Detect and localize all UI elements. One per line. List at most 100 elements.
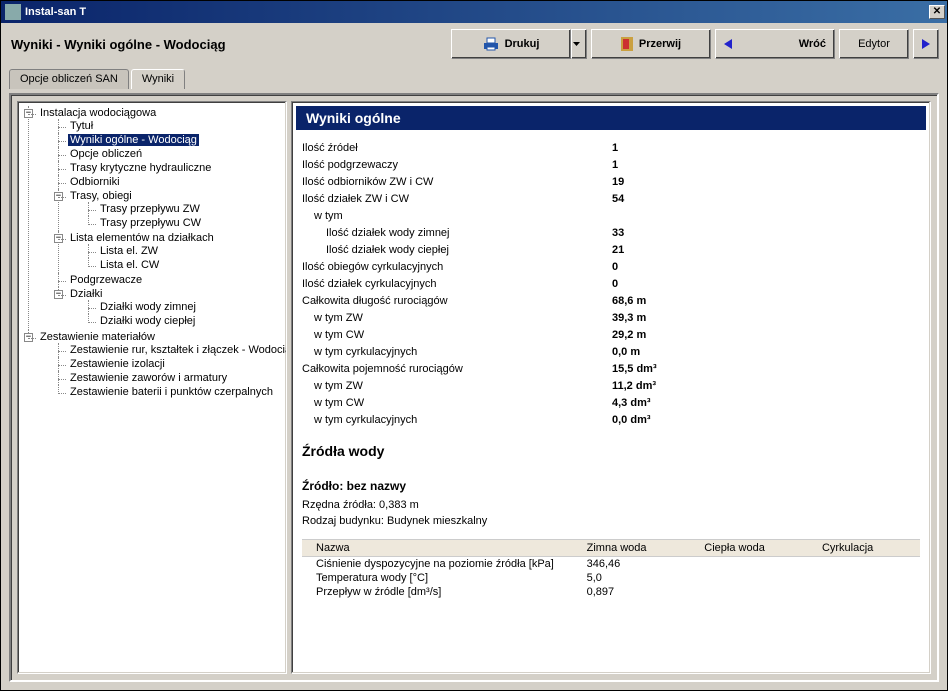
tab-results[interactable]: Wyniki <box>131 69 185 89</box>
tree-item-tcw[interactable]: Trasy przepływu CW <box>98 217 203 229</box>
close-icon[interactable]: ✕ <box>929 5 945 19</box>
kv-value: 29,2 m <box>612 327 646 344</box>
kv-label: Ilość źródeł <box>302 140 612 157</box>
tree-toggle[interactable]: − <box>54 234 63 243</box>
kv-row: w tym CW29,2 m <box>302 327 920 344</box>
kv-row: Całkowita długość rurociągów68,6 m <box>302 293 920 310</box>
kv-label: w tym CW <box>302 395 612 412</box>
tree-toggle[interactable]: − <box>54 192 63 201</box>
cell <box>704 572 822 584</box>
arrow-right-icon <box>922 39 930 49</box>
tree-item-tzw[interactable]: Trasy przepływu ZW <box>98 203 202 215</box>
print-label: Drukuj <box>505 38 540 50</box>
printer-icon <box>483 37 499 51</box>
app-title: Instal-san T <box>25 6 929 18</box>
col-circ: Cyrkulacja <box>822 542 920 554</box>
interrupt-button[interactable]: Przerwij <box>591 29 711 59</box>
toolbar: Wyniki - Wyniki ogólne - Wodociąg Drukuj… <box>1 23 947 63</box>
breadcrumb: Wyniki - Wyniki ogólne - Wodociąg <box>9 37 447 52</box>
tree-item-z2[interactable]: Zestawienie izolacji <box>68 358 167 370</box>
tree-item-dzialki[interactable]: Działki <box>68 288 104 300</box>
col-name: Nazwa <box>302 542 587 554</box>
source-title: Źródło: bez nazwy <box>292 465 930 497</box>
cell: 5,0 <box>587 572 705 584</box>
tab-options[interactable]: Opcje obliczeń SAN <box>9 69 129 89</box>
tabs: Opcje obliczeń SAN Wyniki <box>1 63 947 89</box>
print-dropdown[interactable] <box>571 29 587 59</box>
kv-value: 68,6 m <box>612 293 646 310</box>
kv-label: Ilość działek ZW i CW <box>302 191 612 208</box>
tree-item-lzw[interactable]: Lista el. ZW <box>98 245 160 257</box>
kv-value: 0,0 m <box>612 344 640 361</box>
source-line1: Rzędna źródła: 0,383 m <box>292 497 930 513</box>
tree-toggle[interactable]: − <box>54 290 63 299</box>
tree-toggle[interactable]: − <box>24 333 33 342</box>
kv-row: Ilość obiegów cyrkulacyjnych0 <box>302 259 920 276</box>
kv-label: Ilość działek wody zimnej <box>302 225 612 242</box>
cell <box>822 572 920 584</box>
editor-label: Edytor <box>858 38 890 50</box>
source-line2: Rodzaj budynku: Budynek mieszkalny <box>292 513 930 529</box>
tree-item-trasykh[interactable]: Trasy krytyczne hydrauliczne <box>68 162 213 174</box>
kv-label: w tym ZW <box>302 310 612 327</box>
tree-item-lista[interactable]: Lista elementów na działkach <box>68 232 216 244</box>
interrupt-label: Przerwij <box>639 38 681 50</box>
back-label: Wróć <box>738 38 826 50</box>
tree-item-z3[interactable]: Zestawienie zaworów i armatury <box>68 372 229 384</box>
tree-item-z4[interactable]: Zestawienie baterii i punktów czerpalnyc… <box>68 386 275 398</box>
col-hot: Ciepła woda <box>704 542 822 554</box>
section-header: Wyniki ogólne <box>296 106 926 130</box>
kv-label: Ilość podgrzewaczy <box>302 157 612 174</box>
chevron-down-icon <box>573 42 580 46</box>
tree-item-z1[interactable]: Zestawienie rur, kształtek i złączek - W… <box>68 344 287 356</box>
tree-item-wyniki[interactable]: Wyniki ogólne - Wodociąg <box>68 134 199 146</box>
kv-label: Ilość odbiorników ZW i CW <box>302 174 612 191</box>
kv-value: 11,2 dm³ <box>612 378 656 395</box>
kv-row: w tym cyrkulacyjnych0,0 dm³ <box>302 412 920 429</box>
tree-item-opcje[interactable]: Opcje obliczeń <box>68 148 144 160</box>
kv-row: w tym cyrkulacyjnych0,0 m <box>302 344 920 361</box>
tree-item-trasy[interactable]: Trasy, obiegi <box>68 190 134 202</box>
forward-button[interactable] <box>913 29 939 59</box>
kv-row: Ilość źródeł1 <box>302 140 920 157</box>
kv-value: 0,0 dm³ <box>612 412 651 429</box>
tree-toggle[interactable]: − <box>24 109 33 118</box>
col-cold: Zimna woda <box>587 542 705 554</box>
tree-item-podg[interactable]: Podgrzewacze <box>68 274 144 286</box>
kv-label: Całkowita pojemność rurociągów <box>302 361 612 378</box>
kv-value: 33 <box>612 225 624 242</box>
kv-value: 4,3 dm³ <box>612 395 651 412</box>
sources-header: Źródła wody <box>292 429 930 465</box>
cell: Ciśnienie dyspozycyjne na poziomie źródł… <box>302 558 587 570</box>
tree-item-dwz[interactable]: Działki wody zimnej <box>98 301 198 313</box>
cell: Przepływ w źródle [dm³/s] <box>302 586 587 598</box>
kv-label: w tym cyrkulacyjnych <box>302 344 612 361</box>
tree-item-title[interactable]: Tytuł <box>68 120 95 132</box>
tree-root[interactable]: Instalacja wodociągowa <box>38 107 158 119</box>
kv-row: Ilość działek wody zimnej33 <box>302 225 920 242</box>
kv-row: w tym <box>302 208 920 225</box>
cell: 346,46 <box>587 558 705 570</box>
tree-item-lcw[interactable]: Lista el. CW <box>98 259 161 271</box>
tree-item-odb[interactable]: Odbiorniki <box>68 176 122 188</box>
detail-panel[interactable]: Wyniki ogólne Ilość źródeł1Ilość podgrze… <box>291 101 931 674</box>
kv-label: Ilość działek wody ciepłej <box>302 242 612 259</box>
kv-value: 1 <box>612 157 618 174</box>
kv-value: 39,3 m <box>612 310 646 327</box>
cell <box>704 586 822 598</box>
kv-label: w tym <box>302 208 612 225</box>
tree-item-dwc[interactable]: Działki wody ciepłej <box>98 315 197 327</box>
tree-panel[interactable]: − Instalacja wodociągowa Tytuł Wyniki og… <box>17 101 287 674</box>
kv-label: Całkowita długość rurociągów <box>302 293 612 310</box>
door-icon <box>621 37 633 51</box>
kv-row: Ilość podgrzewaczy1 <box>302 157 920 174</box>
print-button[interactable]: Drukuj <box>451 29 571 59</box>
kv-label: Ilość działek cyrkulacyjnych <box>302 276 612 293</box>
kv-row: Ilość działek wody ciepłej21 <box>302 242 920 259</box>
arrow-left-icon <box>724 39 732 49</box>
tree-item-zest[interactable]: Zestawienie materiałów <box>38 331 157 343</box>
back-button[interactable]: Wróć <box>715 29 835 59</box>
kv-value: 19 <box>612 174 624 191</box>
app-icon <box>5 4 21 20</box>
editor-button[interactable]: Edytor <box>839 29 909 59</box>
